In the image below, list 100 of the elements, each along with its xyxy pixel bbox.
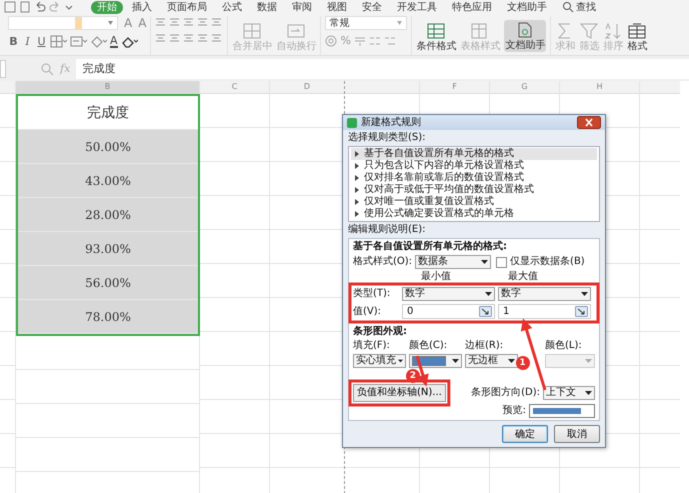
number-format-field[interactable]: 常规	[325, 16, 408, 30]
rule-type-item[interactable]: 仅对唯一值或重复值设置格式	[351, 196, 597, 208]
dropdown[interactable]: 数字	[402, 287, 495, 301]
ribbon-tab[interactable]: 审阅	[286, 0, 318, 14]
rule-type-item[interactable]: 只为包含以下内容的单元格设置格式	[351, 160, 597, 172]
caret-icon	[398, 359, 403, 363]
ribbon-tab[interactable]: 插入	[126, 0, 158, 14]
eraser-icon[interactable]	[120, 35, 138, 48]
field-label: 条形图方向(D):	[471, 387, 540, 399]
field-label: 类型(T):	[353, 288, 392, 300]
align-icon[interactable]	[211, 16, 222, 27]
field-label: 颜色(L):	[545, 340, 583, 352]
font-color-button[interactable]: A	[110, 35, 118, 48]
annotation-arrow	[416, 356, 429, 387]
data-bar-preview	[533, 408, 581, 414]
caret-icon	[585, 391, 592, 395]
dropdown[interactable]: 实心填充	[353, 354, 406, 368]
rule-type-item[interactable]: 仅对排名靠前或靠后的数值设置格式	[351, 172, 597, 184]
field-label: 格式样式(O):	[353, 256, 412, 268]
color-dropdown[interactable]	[545, 354, 595, 368]
app-logo-icon	[347, 118, 357, 128]
underline-button[interactable]: U	[36, 35, 47, 48]
formula-field[interactable]: 完成度	[76, 58, 689, 78]
caret-icon	[508, 359, 515, 363]
grid-icon	[426, 23, 446, 39]
dropdown[interactable]: 数据条	[415, 255, 492, 269]
section-title: 条形图外观:	[353, 326, 408, 338]
range-select-icon[interactable]	[479, 306, 492, 317]
wrap-text-icon	[286, 23, 306, 39]
ribbon-tab[interactable]: 视图	[321, 0, 353, 14]
checkbox-label[interactable]: 仅显示数据条(B)	[510, 256, 585, 268]
ribbon-button[interactable]: 条件格式	[416, 23, 456, 52]
merge-cells-icon	[242, 23, 262, 39]
align-icon[interactable]	[169, 16, 180, 27]
table-cell: 56.00%	[18, 266, 198, 300]
range-select-icon[interactable]	[575, 306, 588, 317]
caret-icon	[585, 359, 592, 363]
ribbon-tab[interactable]: 数据	[251, 0, 283, 14]
name-box[interactable]	[0, 60, 6, 78]
sort-icon	[603, 23, 624, 39]
field-label: 预览:	[502, 405, 526, 417]
color-dropdown[interactable]	[409, 354, 462, 368]
caret-icon[interactable]	[396, 20, 404, 26]
field-label: 颜色(C):	[409, 340, 448, 352]
rule-type-item[interactable]: 使用公式确定要设置格式的单元格	[351, 208, 597, 220]
align-icon[interactable]	[183, 32, 194, 43]
table-cell: 43.00%	[18, 164, 198, 198]
font-name-field[interactable]	[8, 16, 118, 30]
ribbon-tab[interactable]: 文档助手	[501, 0, 553, 14]
selected-range[interactable]: 完成度 50.00% 43.00% 28.00% 93.00% 56.00% 78.00%	[16, 94, 200, 336]
bold-button[interactable]: B	[8, 35, 19, 48]
axis-settings-button[interactable]: 负值和坐标轴(N)...	[353, 384, 446, 402]
field-label: 边框(R):	[465, 340, 504, 352]
search-icon[interactable]	[562, 1, 574, 13]
italic-button[interactable]: I	[22, 35, 33, 48]
ribbon-tab[interactable]: 开发工具	[391, 0, 443, 14]
caret-icon[interactable]	[107, 20, 114, 26]
rule-type-item[interactable]: 仅对高于或低于平均值的数值设置格式	[351, 184, 597, 196]
align-icon[interactable]	[183, 16, 194, 27]
document-icon[interactable]	[19, 1, 31, 13]
color-swatch	[412, 356, 446, 366]
filter-icon	[579, 23, 600, 39]
rule-type-list[interactable]: 基于各自值设置所有单元格的格式 只为包含以下内容的单元格设置格式 仅对排名靠前或靠后的数值设置格式 仅对高于或低于平均值的数值设置格式 仅对唯一值或重复值设置格式 使用公式确定要设置格式的单元格	[348, 146, 600, 222]
caret-icon	[452, 359, 459, 363]
ribbon-tab[interactable]: 特色应用	[446, 0, 498, 14]
align-icon[interactable]	[169, 32, 180, 43]
align-icon[interactable]	[197, 16, 208, 27]
column-label: 最小值	[421, 271, 452, 283]
undo-icon[interactable]	[34, 1, 46, 13]
borders-icon[interactable]	[50, 35, 67, 48]
column-label: 最大值	[508, 271, 539, 283]
zoom-icon[interactable]	[40, 62, 54, 76]
search-label[interactable]: 查找	[576, 0, 596, 14]
dropdown[interactable]: 无边框	[465, 354, 518, 368]
table-cell: 93.00%	[18, 232, 198, 266]
cancel-button[interactable]: 取消	[554, 425, 600, 443]
ribbon-tab[interactable]: 安全	[356, 0, 388, 14]
grid-icon	[627, 23, 648, 39]
ok-button[interactable]: 确定	[502, 425, 548, 443]
fill-bucket-icon[interactable]	[90, 35, 107, 48]
dialog-title: 新建格式规则	[361, 116, 422, 128]
value-field[interactable]: 1	[498, 304, 591, 319]
checkbox[interactable]	[496, 256, 508, 268]
align-icon[interactable]	[155, 16, 166, 27]
ribbon-button[interactable]: 文档助手	[504, 20, 546, 52]
align-icon[interactable]	[197, 32, 208, 43]
ribbon-tab[interactable]: 页面布局	[161, 0, 213, 14]
ribbon-tab[interactable]: 公式	[216, 0, 248, 14]
cell-style-icon[interactable]	[70, 35, 87, 48]
dropdown[interactable]: 数字	[498, 287, 591, 301]
align-icon[interactable]	[211, 32, 222, 43]
value-field[interactable]: 0	[402, 304, 495, 319]
section-title: 基于各自值设置所有单元格的格式:	[353, 241, 508, 253]
corner-cell[interactable]	[0, 81, 15, 94]
close-icon[interactable]	[577, 116, 601, 129]
rule-type-item[interactable]: 基于各自值设置所有单元格的格式	[351, 148, 597, 160]
dropdown[interactable]: 上下文	[543, 386, 595, 400]
caret-icon	[581, 292, 588, 296]
ribbon-button[interactable]: 格式	[627, 23, 648, 52]
align-icon[interactable]	[155, 32, 166, 43]
